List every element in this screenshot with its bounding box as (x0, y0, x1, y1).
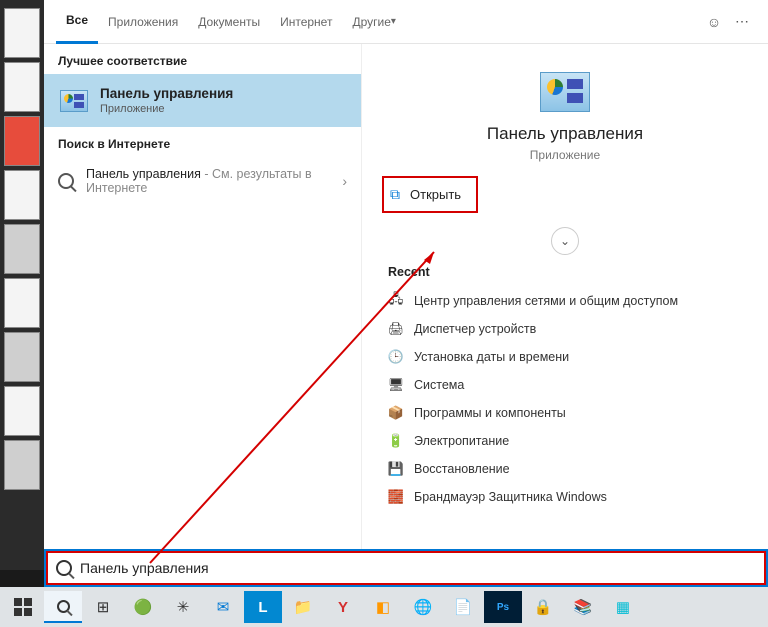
search-panel: Все Приложения Документы Интернет Другие… (44, 0, 768, 570)
open-label: Открыть (410, 187, 461, 202)
open-button[interactable]: ⧉ Открыть (382, 176, 478, 213)
recent-item-icon: 💾 (388, 461, 404, 477)
chevron-right-icon: › (342, 173, 347, 189)
taskbar-app[interactable]: ✉ (204, 591, 242, 623)
search-icon (56, 560, 72, 576)
recent-item-label: Центр управления сетями и общим доступом (414, 294, 678, 308)
web-search-item[interactable]: Панель управления - См. результаты в Инт… (44, 157, 361, 205)
taskbar-app[interactable]: ✳ (164, 591, 202, 623)
web-search-text: Панель управления - См. результаты в Инт… (86, 167, 330, 195)
best-match-title: Панель управления (100, 86, 233, 101)
recent-item-icon: 🖧 (388, 293, 404, 309)
more-icon[interactable]: ⋯ (728, 13, 756, 30)
thumbnail[interactable] (4, 8, 40, 58)
tab-apps[interactable]: Приложения (98, 0, 188, 44)
taskbar-app[interactable]: ◧ (364, 591, 402, 623)
recent-item-icon: 🧱 (388, 489, 404, 505)
results-left: Лучшее соответствие Панель управления Пр… (44, 44, 362, 570)
search-tabs: Все Приложения Документы Интернет Другие… (44, 0, 768, 44)
thumbnail[interactable] (4, 278, 40, 328)
task-view-button[interactable]: ⊞ (84, 591, 122, 623)
tab-more[interactable]: Другие (342, 0, 405, 44)
taskbar-app[interactable]: 🌐 (404, 591, 442, 623)
best-match-label: Лучшее соответствие (44, 44, 361, 74)
recent-item[interactable]: 🖥 Система (382, 371, 748, 399)
recent-item-icon: 🖥 (388, 377, 404, 393)
recent-item-icon: 🖨 (388, 321, 404, 337)
recent-item-label: Система (414, 378, 464, 392)
recent-item-label: Диспетчер устройств (414, 322, 536, 336)
tab-web[interactable]: Интернет (270, 0, 342, 44)
open-icon: ⧉ (390, 186, 400, 203)
taskbar-app[interactable]: 🟢 (124, 591, 162, 623)
recent-item[interactable]: 🖨 Диспетчер устройств (382, 315, 748, 343)
taskbar-app[interactable]: L (244, 591, 282, 623)
thumbnail[interactable] (4, 116, 40, 166)
recent-item-icon: 🕒 (388, 349, 404, 365)
recent-item-icon: 🔋 (388, 433, 404, 449)
thumbnail[interactable] (4, 386, 40, 436)
recent-item-label: Электропитание (414, 434, 509, 448)
web-search-label: Поиск в Интернете (44, 127, 361, 157)
start-button[interactable] (4, 591, 42, 623)
thumbnail[interactable] (4, 440, 40, 490)
recent-item[interactable]: 🕒 Установка даты и времени (382, 343, 748, 371)
thumbnail[interactable] (4, 62, 40, 112)
best-match-item[interactable]: Панель управления Приложение (44, 74, 361, 127)
recent-item-label: Восстановление (414, 462, 510, 476)
tab-all[interactable]: Все (56, 0, 98, 44)
recent-item-label: Брандмауэр Защитника Windows (414, 490, 607, 504)
control-panel-icon (540, 72, 590, 112)
details-pane: Панель управления Приложение ⧉ Открыть ⌄… (362, 44, 768, 570)
taskbar-app[interactable]: Ps (484, 591, 522, 623)
recent-item-label: Программы и компоненты (414, 406, 566, 420)
taskbar-search-button[interactable] (44, 591, 82, 623)
recent-label: Recent (388, 265, 748, 279)
taskbar-app[interactable]: 📚 (564, 591, 602, 623)
expand-button[interactable]: ⌄ (551, 227, 579, 255)
taskbar-app[interactable]: ▦ (604, 591, 642, 623)
recent-item[interactable]: 🔋 Электропитание (382, 427, 748, 455)
details-subtitle: Приложение (382, 148, 748, 162)
taskbar-app[interactable]: 📄 (444, 591, 482, 623)
search-icon (58, 173, 74, 189)
thumbnail[interactable] (4, 224, 40, 274)
desktop-thumbnails (0, 0, 44, 570)
search-input[interactable] (80, 560, 756, 576)
recent-item-label: Установка даты и времени (414, 350, 569, 364)
best-match-subtitle: Приложение (100, 103, 233, 115)
thumbnail[interactable] (4, 332, 40, 382)
taskbar-app[interactable]: 📁 (284, 591, 322, 623)
recent-item[interactable]: 🧱 Брандмауэр Защитника Windows (382, 483, 748, 511)
taskbar: ⊞ 🟢 ✳ ✉ L 📁 Y ◧ 🌐 📄 Ps 🔒 📚 ▦ (0, 587, 768, 627)
details-title: Панель управления (382, 124, 748, 144)
details-hero: Панель управления Приложение (382, 62, 748, 176)
control-panel-icon (60, 90, 88, 112)
thumbnail[interactable] (4, 170, 40, 220)
taskbar-app[interactable]: Y (324, 591, 362, 623)
recent-item[interactable]: 💾 Восстановление (382, 455, 748, 483)
recent-item[interactable]: 🖧 Центр управления сетями и общим доступо… (382, 287, 748, 315)
taskbar-app[interactable]: 🔒 (524, 591, 562, 623)
recent-item[interactable]: 📦 Программы и компоненты (382, 399, 748, 427)
search-bar[interactable] (44, 549, 768, 587)
recent-item-icon: 📦 (388, 405, 404, 421)
feedback-icon[interactable]: ☺ (700, 14, 728, 30)
tab-docs[interactable]: Документы (188, 0, 270, 44)
